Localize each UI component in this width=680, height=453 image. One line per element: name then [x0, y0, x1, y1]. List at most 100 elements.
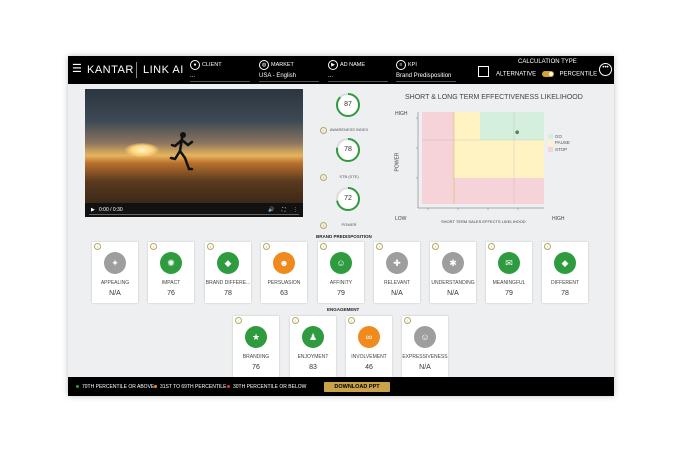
metric-label: RELEVANT — [383, 280, 411, 286]
metric-card-understanding[interactable]: i ✱ UNDERSTANDING N/A — [430, 242, 476, 303]
volume-icon[interactable]: 🔊 — [268, 207, 274, 213]
more-options-icon[interactable]: ••• — [599, 63, 612, 76]
metric-label: IMPACT — [161, 280, 181, 286]
metric-card-expressiveness[interactable]: i ☺ EXPRESSIVENESS N/A — [402, 316, 448, 377]
info-icon[interactable]: i — [235, 317, 242, 324]
people-icon: ☻ — [273, 252, 295, 274]
app-window: ☰ KANTAR LINK AI ● CLIENT ... ◍ MARKET USA… — [68, 56, 614, 396]
metric-card-appealing[interactable]: i ✦ APPEALING N/A — [92, 242, 138, 303]
legend-high: 70TH PERCENTILE OR ABOVE — [76, 384, 154, 390]
option-alternative[interactable]: ALTERNATIVE — [496, 72, 536, 78]
x-ticks — [427, 208, 519, 210]
video-menu-icon[interactable]: ⋮ — [293, 207, 298, 213]
sun-glow — [125, 143, 159, 157]
metric-label: DIFFERENT — [550, 280, 580, 286]
metric-card-enjoyment[interactable]: i ♟ ENJOYMENT 83 — [290, 316, 336, 377]
metric-label: MEANINGFUL — [492, 280, 526, 286]
info-icon[interactable]: i — [320, 243, 327, 250]
dot-red-icon — [227, 385, 230, 389]
metric-value: N/A — [447, 290, 459, 297]
metric-label: ENJOYMENT — [297, 354, 329, 360]
market-field[interactable]: ◍ MARKET USA - English — [259, 60, 319, 82]
face-icon: ☺ — [414, 326, 436, 348]
info-icon[interactable]: i — [432, 243, 439, 250]
info-icon[interactable]: i — [207, 243, 214, 250]
legend-go: GO — [548, 134, 570, 140]
legend-swatch — [548, 140, 553, 146]
option-percentile[interactable]: PERCENTILE — [559, 72, 597, 78]
grid-icon[interactable] — [478, 66, 489, 77]
product-name: LINK AI — [143, 64, 184, 76]
kpi-field[interactable]: ≡ KPI Brand Predisposition — [396, 60, 456, 82]
info-icon[interactable]: i — [544, 243, 551, 250]
gauge-label: AWARENESS INDEX — [329, 127, 369, 132]
runner-silhouette — [169, 132, 194, 171]
x-axis-label: SHORT TERM SALES EFFECTS LIKELIHOOD — [441, 219, 526, 224]
metric-card-affinity[interactable]: i ☺ AFFINITY 79 — [318, 242, 364, 303]
info-icon[interactable]: i — [94, 243, 101, 250]
link-icon: ∞ — [358, 326, 380, 348]
chart-legend: GO PAUSE STOP — [548, 134, 570, 153]
metric-card-relevant[interactable]: i ✚ RELEVANT N/A — [374, 242, 420, 303]
info-icon[interactable]: i — [150, 243, 157, 250]
calculation-toggle[interactable] — [541, 71, 554, 77]
field-underline — [259, 81, 319, 82]
video-progress-bar[interactable] — [89, 214, 299, 215]
info-icon[interactable]: i — [263, 243, 270, 250]
star-icon: ★ — [245, 326, 267, 348]
gauge-value: 87 — [344, 101, 352, 108]
video-player[interactable]: ▶ 0:00 / 0:30 🔊 ⛶ ⋮ — [85, 89, 303, 217]
info-icon[interactable]: i — [376, 243, 383, 250]
metric-card-impact[interactable]: i ✺ IMPACT 76 — [148, 242, 194, 303]
metric-value: 76 — [252, 364, 260, 371]
legend-swatch — [548, 134, 553, 140]
metric-label: PERSUASION — [267, 280, 301, 286]
metric-label: BRAND DIFFERE... — [205, 280, 251, 286]
ad-name-field[interactable]: ▶ AD NAME ... — [328, 60, 388, 82]
chat-icon: ✉ — [498, 252, 520, 274]
data-point[interactable] — [515, 130, 519, 135]
legend-mid: 31ST TO 69TH PERCENTILE — [154, 384, 226, 390]
gauge-stb: 78 — [335, 137, 361, 163]
client-field[interactable]: ● CLIENT ... — [190, 60, 250, 82]
download-ppt-button[interactable]: DOWNLOAD PPT — [324, 382, 390, 392]
info-icon[interactable]: i — [404, 317, 411, 324]
head-icon: ☺ — [330, 252, 352, 274]
info-icon[interactable]: i — [348, 317, 355, 324]
metric-value: 63 — [280, 290, 288, 297]
engagement-section-title: ENGAGEMENT — [327, 307, 360, 312]
metric-card-branding[interactable]: i ★ BRANDING 76 — [233, 316, 279, 377]
diamond-icon: ◆ — [217, 252, 239, 274]
dot-green-icon — [76, 385, 79, 389]
zone-stop-left — [422, 112, 454, 204]
metric-card-brand-differe[interactable]: i ◆ BRAND DIFFERE... 78 — [205, 242, 251, 303]
info-icon[interactable]: i — [488, 243, 495, 250]
metric-value: N/A — [419, 364, 431, 371]
y-axis-low: LOW — [395, 216, 407, 222]
ad-name-value: ... — [328, 73, 334, 79]
metric-value: N/A — [391, 290, 403, 297]
metric-card-persuasion[interactable]: i ☻ PERSUASION 63 — [261, 242, 307, 303]
metric-card-different[interactable]: i ◆ DIFFERENT 78 — [542, 242, 588, 303]
info-icon[interactable]: i — [292, 317, 299, 324]
dot-orange-icon — [154, 385, 157, 389]
metric-value: 46 — [365, 364, 373, 371]
client-icon: ● — [190, 60, 200, 70]
fullscreen-icon[interactable]: ⛶ — [282, 207, 286, 213]
toggle-knob — [548, 72, 553, 76]
gauge-column: 87 i AWARENESS INDEX 78 i STB (STE) 72 i… — [316, 89, 368, 229]
brand-section-title: BRAND PREDISPOSITION — [316, 234, 372, 239]
x-axis-high: HIGH — [552, 216, 565, 222]
metric-card-meaningful[interactable]: i ✉ MEANINGFUL 79 — [486, 242, 532, 303]
hamburger-icon[interactable]: ☰ — [72, 64, 82, 75]
metric-label: UNDERSTANDING — [431, 280, 475, 286]
legend-stop: STOP — [548, 147, 570, 152]
metric-label: BRANDING — [242, 354, 270, 360]
gauge-power: 72 — [335, 186, 361, 212]
play-icon[interactable]: ▶ — [91, 207, 95, 213]
metric-card-involvement[interactable]: i ∞ INVOLVEMENT 46 — [346, 316, 392, 377]
metric-value: 78 — [224, 290, 232, 297]
chart-title: SHORT & LONG TERM EFFECTIVENESS LIKELIHO… — [405, 94, 583, 101]
lightbulb-icon: ✦ — [104, 252, 126, 274]
zone-go — [480, 112, 544, 140]
